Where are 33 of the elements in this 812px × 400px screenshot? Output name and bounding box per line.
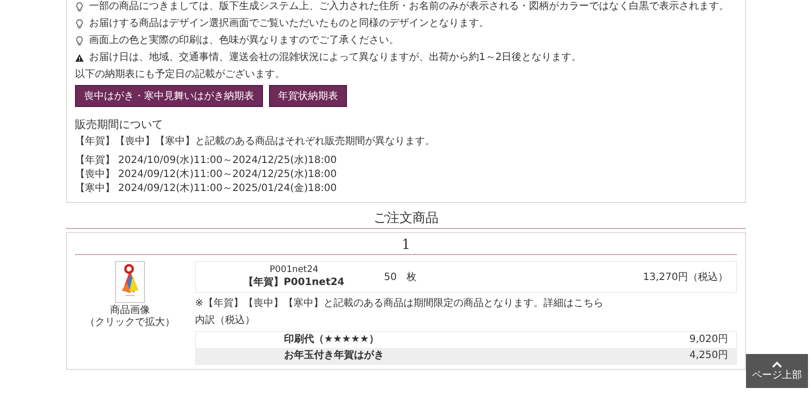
period-text: 【喪中】 2024/09/12(木)11:00～2024/12/25(水)18:00: [75, 168, 338, 181]
item-number: 1: [75, 237, 737, 255]
table-cell: 9,020円: [689, 334, 728, 346]
notice-text: お届けする商品はデザイン選択画面でご覧いただいたものと同様のデザインとなります。: [89, 17, 489, 30]
image-caption: 商品画像: [110, 305, 150, 316]
details-link[interactable]: 詳細はこちら: [543, 298, 604, 309]
notice-text: 画面上の色と実際の印刷は、色味が異なりますのでご了承ください。: [89, 34, 399, 47]
schedule-button[interactable]: 喪中はがき・寒中見舞いはがき納期表: [75, 85, 263, 107]
period-text: 【年賀】 2024/10/09(水)11:00～2024/12/25(水)18:00: [75, 154, 338, 167]
notice-text: 一部の商品につきましては、版下生成システム上、ご入力された住所・お名前のみが表示される・図柄がカラーではなく白黒で表示されます。: [89, 0, 729, 13]
lightbulb-icon: [75, 36, 84, 46]
section-heading: 販売期間について: [75, 117, 164, 132]
notice-text: お届け日は、地域、交通事情、運送会社の混雑状況によって異なりますが、出荷から約1～2日後となります。: [89, 51, 582, 64]
page-top-button[interactable]: ページ上部: [746, 354, 808, 388]
description-text: 【年賀】【喪中】【寒中】と記載のある商品はそれぞれ販売期間が異なります。: [75, 135, 436, 148]
table-cell: お年玉付き年賀はがき: [284, 350, 384, 362]
chevron-up-icon: [772, 360, 782, 368]
warning-icon: [75, 52, 84, 62]
period-text: 【寒中】 2024/09/12(木)11:00～2025/01/24(金)18:00: [75, 182, 338, 195]
breakdown-title: 内訳（税込）: [195, 314, 256, 327]
quantity-text: 50 枚: [384, 270, 418, 284]
price-text: 13,270円（税込）: [643, 270, 728, 284]
note-text: ※【年賀】【喪中】【寒中】と記載のある商品は期間限定の商品となります。詳細はこちら: [195, 297, 604, 310]
table-cell: 印刷代（★★★★★）: [284, 334, 379, 346]
image-hint: （クリックで拡大）: [85, 317, 175, 329]
product-code: P001net24: [270, 265, 318, 275]
section-title: ご注文商品: [66, 209, 746, 229]
notice-text: 以下の納期表にも予定日の記載がございます。: [75, 68, 286, 81]
table-cell: 4,250円: [689, 350, 728, 362]
product-name: 【年賀】P001net24: [244, 276, 344, 289]
lightbulb-icon: [75, 18, 84, 28]
lightbulb-icon: [75, 2, 84, 12]
schedule-button[interactable]: 年賀状納期表: [269, 85, 347, 107]
